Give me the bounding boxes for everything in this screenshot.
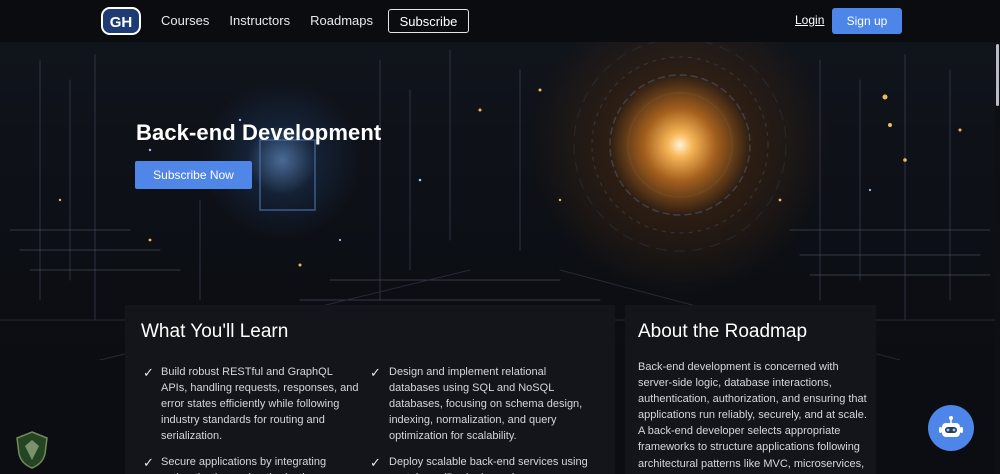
nav-subscribe-button[interactable]: Subscribe (388, 9, 469, 33)
page: GH Courses Instructors Roadmaps Subscrib… (0, 0, 1000, 474)
about-title: About the Roadmap (638, 321, 808, 342)
learn-item-2: Design and implement relational database… (389, 366, 583, 442)
checkmark-icon: ✓ (143, 455, 154, 470)
hero-title: Back-end Development (136, 120, 382, 145)
learn-item-4: Deploy scalable back-end services using … (389, 456, 588, 474)
about-text: Back-end development is concerned with s… (638, 361, 867, 474)
checkmark-icon: ✓ (370, 455, 381, 470)
chatbot-button[interactable] (928, 405, 974, 451)
svg-text:GH: GH (110, 14, 133, 31)
checkmark-icon: ✓ (143, 365, 154, 380)
scrollbar-track[interactable] (995, 42, 1000, 474)
subscribe-now-button[interactable]: Subscribe Now (135, 161, 252, 189)
shield-logo-icon (14, 430, 50, 470)
signup-button[interactable]: Sign up (832, 8, 902, 34)
top-navigation: GH Courses Instructors Roadmaps Subscrib… (0, 0, 1000, 42)
checkmark-icon: ✓ (370, 365, 381, 380)
scrollbar-thumb[interactable] (996, 44, 999, 106)
nav-link-roadmaps[interactable]: Roadmaps (310, 12, 373, 29)
brand-logo[interactable]: GH (100, 6, 142, 36)
login-link[interactable]: Login (795, 13, 824, 27)
learn-title: What You'll Learn (141, 321, 289, 342)
nav-link-courses[interactable]: Courses (161, 12, 209, 29)
nav-links: Courses Instructors Roadmaps (161, 12, 373, 29)
nav-link-instructors[interactable]: Instructors (229, 12, 290, 29)
learn-item-1: Build robust RESTful and GraphQL APIs, h… (161, 366, 359, 442)
learn-item-3: Secure applications by integrating authe… (161, 456, 327, 474)
brand-logo-icon: GH (101, 7, 141, 35)
chatbot-icon (939, 416, 963, 437)
